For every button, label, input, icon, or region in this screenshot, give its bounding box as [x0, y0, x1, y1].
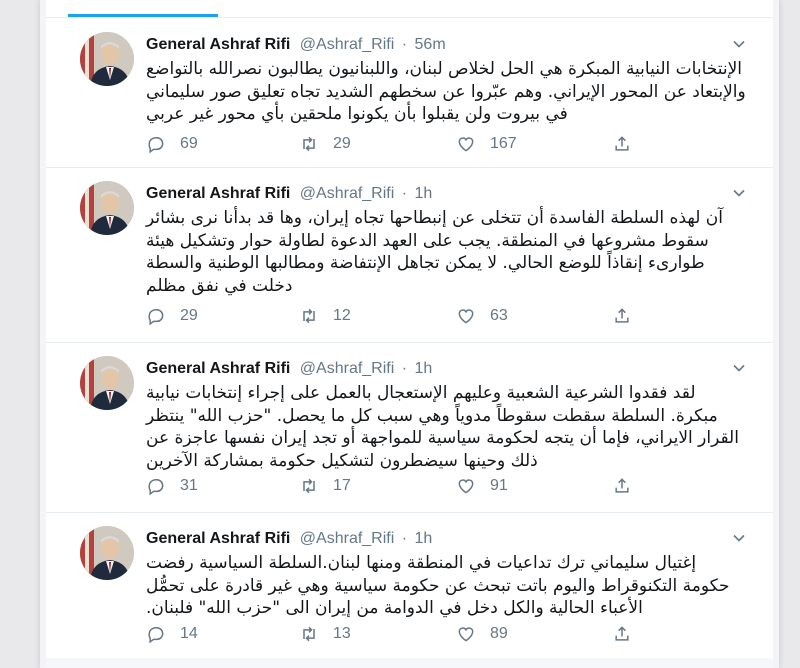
tweet-header: General Ashraf Rifi @Ashraf_Rifi · 56m: [146, 35, 733, 55]
tweet-actions: 69 29 167: [146, 134, 747, 156]
avatar[interactable]: [80, 181, 134, 235]
like-button[interactable]: 89: [456, 624, 508, 644]
heart-icon: [458, 479, 474, 494]
chevron-down-icon[interactable]: [733, 532, 745, 544]
tweet[interactable]: General Ashraf Rifi @Ashraf_Rifi · 56m ا…: [46, 18, 773, 168]
tweet-header: General Ashraf Rifi @Ashraf_Rifi · 1h: [146, 529, 733, 549]
share-button[interactable]: [612, 624, 632, 644]
tweet-header: General Ashraf Rifi @Ashraf_Rifi · 1h: [146, 359, 733, 379]
tweet-text: إغتيال سليماني ترك تداعيات في المنطقة وم…: [146, 553, 730, 618]
chevron-down-icon[interactable]: [733, 38, 745, 50]
like-count: 63: [490, 307, 508, 324]
avatar[interactable]: [80, 356, 134, 410]
heart-icon: [458, 309, 474, 324]
retweet-button[interactable]: 29: [299, 134, 351, 154]
timeline-tab-bar: [46, 0, 773, 18]
reply-button[interactable]: 29: [146, 306, 198, 326]
tweet-actions: 14 13 89: [146, 624, 747, 646]
separator: ·: [401, 185, 408, 202]
separator: ·: [401, 36, 408, 53]
tweet-actions: 31 17 91: [146, 476, 747, 498]
reply-count: 31: [180, 477, 198, 494]
like-count: 91: [490, 477, 508, 494]
timestamp[interactable]: 1h: [415, 185, 433, 202]
retweet-icon: [303, 626, 315, 642]
share-icon: [615, 626, 629, 641]
retweet-count: 17: [333, 477, 351, 494]
tweet-text: آن لهذه السلطة الفاسدة أن تتخلى عن إنبطا…: [146, 208, 723, 296]
avatar[interactable]: [80, 526, 134, 580]
author-handle[interactable]: @Ashraf_Rifi: [300, 530, 395, 547]
reply-icon: [148, 627, 164, 644]
author-handle[interactable]: @Ashraf_Rifi: [300, 360, 395, 377]
separator: ·: [401, 360, 408, 377]
chevron-down-icon[interactable]: [733, 187, 745, 199]
reply-icon: [148, 479, 164, 496]
author-name[interactable]: General Ashraf Rifi: [146, 36, 290, 53]
timeline-footer: [46, 658, 773, 668]
timestamp[interactable]: 1h: [415, 530, 433, 547]
reply-button[interactable]: 69: [146, 134, 198, 154]
timeline-frame: General Ashraf Rifi @Ashraf_Rifi · 56m ا…: [40, 0, 779, 668]
retweet-button[interactable]: 12: [299, 306, 351, 326]
retweet-icon: [303, 136, 315, 152]
share-icon: [615, 136, 629, 151]
like-button[interactable]: 167: [456, 134, 517, 154]
like-count: 167: [490, 135, 517, 152]
share-icon: [615, 478, 629, 493]
author-handle[interactable]: @Ashraf_Rifi: [300, 185, 395, 202]
reply-icon: [148, 137, 164, 154]
timestamp[interactable]: 56m: [415, 36, 446, 53]
tweet[interactable]: General Ashraf Rifi @Ashraf_Rifi · 1h لق…: [46, 342, 773, 513]
retweet-count: 12: [333, 307, 351, 324]
like-button[interactable]: 91: [456, 476, 508, 496]
tweet[interactable]: General Ashraf Rifi @Ashraf_Rifi · 1h آن…: [46, 167, 773, 343]
avatar[interactable]: [80, 32, 134, 86]
like-count: 89: [490, 625, 508, 642]
like-button[interactable]: 63: [456, 306, 508, 326]
timestamp[interactable]: 1h: [415, 360, 433, 377]
reply-count: 69: [180, 135, 198, 152]
author-handle[interactable]: @Ashraf_Rifi: [300, 36, 395, 53]
active-tab-indicator: [68, 14, 218, 17]
tweet[interactable]: General Ashraf Rifi @Ashraf_Rifi · 1h إغ…: [46, 512, 773, 659]
reply-count: 29: [180, 307, 198, 324]
separator: ·: [401, 530, 408, 547]
tweet-text: الإنتخابات النيابية المبكرة هي الحل لخلا…: [146, 59, 746, 124]
chevron-down-icon[interactable]: [733, 362, 745, 374]
heart-icon: [458, 627, 474, 642]
tweet-actions: 29 12 63: [146, 306, 747, 328]
share-button[interactable]: [612, 306, 632, 326]
heart-icon: [458, 137, 474, 152]
retweet-count: 13: [333, 625, 351, 642]
tweet-header: General Ashraf Rifi @Ashraf_Rifi · 1h: [146, 184, 733, 204]
retweet-button[interactable]: 17: [299, 476, 351, 496]
share-icon: [615, 308, 629, 323]
share-button[interactable]: [612, 134, 632, 154]
reply-count: 14: [180, 625, 198, 642]
reply-icon: [148, 309, 164, 326]
author-name[interactable]: General Ashraf Rifi: [146, 530, 290, 547]
retweet-icon: [303, 478, 315, 494]
retweet-count: 29: [333, 135, 351, 152]
tweet-text: لقد فقدوا الشرعية الشعبية وعليهم الإستعج…: [146, 383, 739, 471]
author-name[interactable]: General Ashraf Rifi: [146, 360, 290, 377]
share-button[interactable]: [612, 476, 632, 496]
retweet-icon: [303, 308, 315, 324]
reply-button[interactable]: 14: [146, 624, 198, 644]
reply-button[interactable]: 31: [146, 476, 198, 496]
retweet-button[interactable]: 13: [299, 624, 351, 644]
author-name[interactable]: General Ashraf Rifi: [146, 185, 290, 202]
